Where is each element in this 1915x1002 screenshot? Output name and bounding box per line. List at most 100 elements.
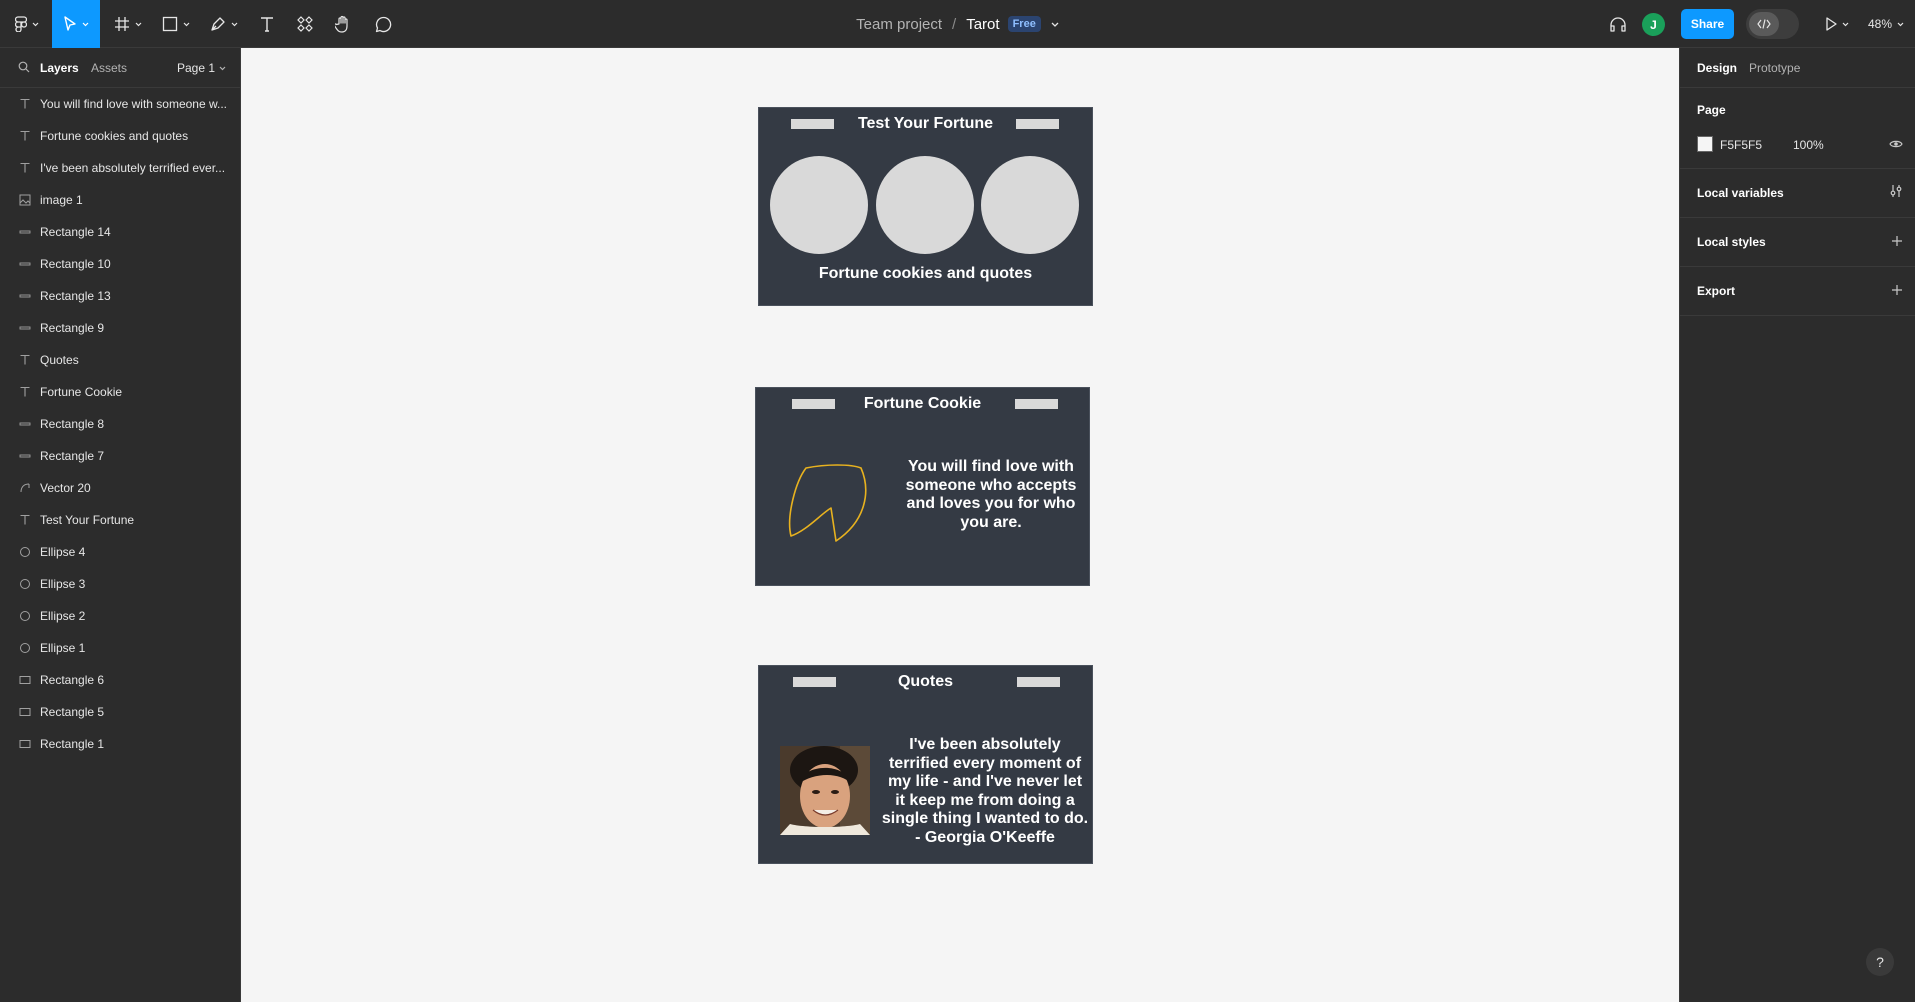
main-menu-button[interactable] [8, 0, 46, 48]
layer-item[interactable]: Fortune cookies and quotes [0, 120, 240, 152]
hand-icon [335, 15, 348, 33]
text-layer-icon [18, 129, 32, 143]
text-tool-button[interactable] [252, 0, 282, 48]
layer-name: Rectangle 13 [40, 289, 111, 303]
local-styles-section[interactable]: Local styles [1680, 218, 1915, 267]
layer-name: Rectangle 1 [40, 737, 105, 751]
ellipse-1[interactable] [770, 156, 868, 254]
tab-prototype[interactable]: Prototype [1749, 61, 1800, 75]
layer-item[interactable]: You will find love with someone w... [0, 88, 240, 120]
page-heading: Page [1697, 103, 1726, 117]
plus-icon[interactable] [1891, 235, 1903, 247]
layer-item[interactable]: Rectangle 10 [0, 248, 240, 280]
rectangle-layer-icon [18, 673, 32, 687]
layer-item[interactable]: Vector 20 [0, 472, 240, 504]
frame-test-your-fortune[interactable]: Test Your Fortune Fortune cookies and qu… [758, 107, 1093, 306]
frame-title[interactable]: Quotes [759, 673, 1092, 691]
page-color-hex[interactable]: F5F5F5 [1720, 138, 1762, 152]
eye-icon[interactable] [1889, 139, 1903, 149]
layer-item[interactable]: Rectangle 14 [0, 216, 240, 248]
chevron-down-icon [219, 66, 226, 70]
fortune-cookie-vector[interactable] [781, 456, 881, 556]
frame-title[interactable]: Fortune Cookie [756, 395, 1089, 413]
pen-tool-button[interactable] [206, 0, 242, 48]
portrait-image[interactable] [780, 746, 870, 835]
chevron-down-icon [183, 22, 190, 26]
chevron-down-icon [1897, 22, 1904, 26]
layer-name: Fortune cookies and quotes [40, 129, 189, 143]
plan-badge[interactable]: Free [1007, 16, 1041, 32]
frame-tool-button[interactable] [110, 0, 146, 48]
breadcrumb-separator: / [952, 15, 957, 33]
layer-item[interactable]: Rectangle 6 [0, 664, 240, 696]
line-layer-icon [18, 289, 32, 303]
play-icon [1826, 17, 1837, 31]
layer-item[interactable]: Rectangle 13 [0, 280, 240, 312]
shape-tool-button[interactable] [158, 0, 194, 48]
file-name[interactable]: Tarot [966, 16, 999, 33]
layer-name: I've been absolutely terrified ever... [40, 161, 226, 175]
layer-item[interactable]: Rectangle 5 [0, 696, 240, 728]
move-tool-button[interactable] [52, 0, 100, 48]
line-layer-icon [18, 417, 32, 431]
layer-name: You will find love with someone w... [40, 97, 227, 111]
resources-tool-button[interactable] [290, 0, 320, 48]
share-button[interactable]: Share [1681, 9, 1734, 39]
layer-item[interactable]: Quotes [0, 344, 240, 376]
page-opacity[interactable]: 100% [1793, 138, 1824, 152]
design-canvas[interactable]: Test Your Fortune Fortune cookies and qu… [241, 48, 1679, 1002]
search-icon[interactable] [18, 61, 30, 73]
ellipse-3[interactable] [981, 156, 1079, 254]
page-selector[interactable]: Page 1 [177, 61, 226, 75]
rectangle-layer-icon [18, 705, 32, 719]
layer-item[interactable]: Rectangle 8 [0, 408, 240, 440]
layer-item[interactable]: image 1 [0, 184, 240, 216]
comment-tool-button[interactable] [368, 0, 398, 48]
tab-assets[interactable]: Assets [91, 61, 127, 75]
hand-tool-button[interactable] [328, 0, 358, 48]
dev-mode-toggle[interactable] [1746, 9, 1799, 39]
frame-fortune-cookie[interactable]: Fortune Cookie You will find love with s… [755, 387, 1090, 586]
fortune-message[interactable]: You will find love with someone who acce… [901, 458, 1081, 532]
frame-subtitle[interactable]: Fortune cookies and quotes [759, 265, 1092, 283]
rectangle-icon [162, 16, 178, 32]
present-button[interactable] [1820, 0, 1854, 48]
layer-item[interactable]: Test Your Fortune [0, 504, 240, 536]
layer-name: Ellipse 1 [40, 641, 86, 655]
chevron-down-icon [1842, 22, 1849, 26]
frame-quotes[interactable]: Quotes I've been absolutely terrified ev… [758, 665, 1093, 864]
page-color-swatch[interactable] [1697, 136, 1713, 152]
layer-item[interactable]: Rectangle 9 [0, 312, 240, 344]
layer-item[interactable]: I've been absolutely terrified ever... [0, 152, 240, 184]
local-variables-section[interactable]: Local variables [1680, 169, 1915, 218]
text-layer-icon [18, 385, 32, 399]
tab-layers[interactable]: Layers [40, 61, 79, 75]
layer-item[interactable]: Rectangle 7 [0, 440, 240, 472]
frame-title[interactable]: Test Your Fortune [759, 115, 1092, 133]
chevron-down-icon[interactable] [1051, 22, 1059, 27]
right-panel-tabs: Design Prototype [1680, 48, 1915, 88]
zoom-menu[interactable]: 48% [1868, 0, 1904, 48]
help-button[interactable]: ? [1866, 948, 1894, 976]
layer-item[interactable]: Ellipse 1 [0, 632, 240, 664]
dev-mode-knob [1749, 12, 1779, 36]
layer-item[interactable]: Ellipse 4 [0, 536, 240, 568]
layer-item[interactable]: Rectangle 1 [0, 728, 240, 760]
layer-name: Rectangle 10 [40, 257, 111, 271]
team-name-link[interactable]: Team project [856, 16, 942, 33]
avatar[interactable]: J [1642, 13, 1665, 36]
ellipse-2[interactable] [876, 156, 974, 254]
tab-design[interactable]: Design [1697, 61, 1737, 75]
audio-button[interactable] [1606, 0, 1630, 48]
layer-item[interactable]: Ellipse 2 [0, 600, 240, 632]
rectangle-layer-icon [18, 737, 32, 751]
layer-name: Fortune Cookie [40, 385, 123, 399]
quote-text[interactable]: I've been absolutely terrified every mom… [881, 736, 1089, 847]
layer-item[interactable]: Ellipse 3 [0, 568, 240, 600]
page-section: Page [1680, 88, 1915, 169]
layer-name: Ellipse 4 [40, 545, 86, 559]
layer-item[interactable]: Fortune Cookie [0, 376, 240, 408]
variables-adjust-icon[interactable] [1889, 184, 1903, 198]
plus-icon[interactable] [1891, 284, 1903, 296]
export-section[interactable]: Export [1680, 267, 1915, 316]
